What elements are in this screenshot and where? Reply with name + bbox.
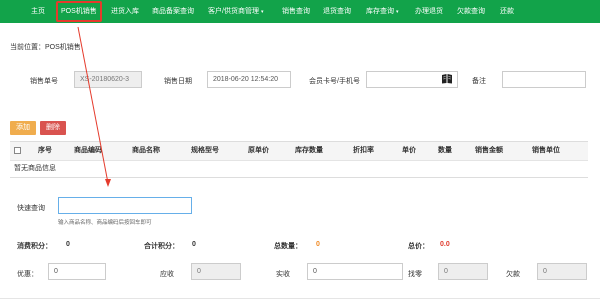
annotation-arrow-icon bbox=[77, 26, 111, 187]
